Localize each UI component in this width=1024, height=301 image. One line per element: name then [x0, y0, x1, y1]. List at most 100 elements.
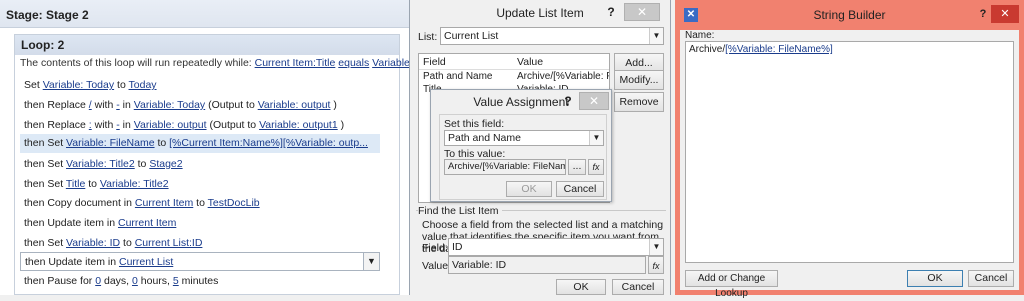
workflow-designer: Stage: Stage 2 Loop: 2 The contents of t… — [0, 0, 441, 295]
grid-header: Field Value — [419, 54, 609, 70]
step-link[interactable]: Current Item — [118, 217, 176, 229]
workflow-step[interactable]: then Replace : with - in Variable: outpu… — [20, 116, 380, 135]
workflow-step[interactable]: then Update item in Current List ▼ — [20, 252, 380, 271]
function-icon[interactable]: fx — [588, 159, 604, 175]
step-link[interactable]: Variable: Today — [134, 99, 205, 111]
step-link[interactable]: Variable: output — [134, 119, 207, 131]
step-text: with — [91, 99, 117, 111]
ellipsis-button[interactable]: ... — [568, 159, 586, 175]
step-text: to — [154, 137, 170, 149]
field-select[interactable]: ID ▼ — [448, 238, 664, 256]
workflow-step[interactable]: then Set Variable: FileName to [%Current… — [20, 134, 380, 153]
loop-header: Loop: 2 — [15, 35, 399, 55]
step-link[interactable]: Variable: output — [258, 99, 331, 111]
step-link[interactable]: Current List:ID — [135, 237, 203, 249]
cancel-button[interactable]: Cancel — [556, 181, 604, 197]
string-text-area[interactable]: Archive/[%Variable: FileName%] — [685, 41, 1014, 263]
ok-button[interactable]: OK — [506, 181, 552, 197]
dialog-titlebar: Update List Item ? ✕ — [410, 0, 670, 26]
string-lookup-token[interactable]: [%Variable: FileName%] — [725, 44, 833, 55]
step-link[interactable]: Variable: ID — [66, 237, 120, 249]
step-link[interactable]: Variable: output1 — [259, 119, 338, 131]
dialog-title: String Builder — [813, 8, 886, 22]
workflow-step[interactable]: then Copy document in Current Item to Te… — [20, 194, 380, 213]
step-link[interactable]: Variable: Title2 — [100, 178, 169, 190]
step-text: to — [193, 197, 208, 209]
grid-header-value: Value — [517, 56, 544, 68]
value-field[interactable]: Variable: ID — [448, 256, 646, 274]
step-text: with — [91, 119, 117, 131]
step-link[interactable]: [%Current Item:Name%][%Variable: outp... — [169, 137, 368, 149]
step-text: then Set — [24, 178, 66, 190]
close-icon[interactable]: ✕ — [579, 92, 609, 110]
step-link[interactable]: Variable: Title2 — [66, 158, 135, 170]
workflow-step[interactable]: then Set Title to Variable: Title2 — [20, 175, 380, 194]
step-link[interactable]: TestDocLib — [208, 197, 260, 209]
step-text: to — [114, 79, 129, 91]
workflow-step[interactable]: then Set Variable: ID to Current List:ID — [20, 234, 380, 253]
list-label: List: — [418, 31, 438, 43]
step-text: then Update item in — [24, 217, 118, 229]
grid-row[interactable]: Path and Name Archive/[%Variable: Fil... — [419, 71, 609, 84]
workflow-step[interactable]: then Pause for 0 days, 0 hours, 5 minute… — [20, 272, 380, 291]
ok-button[interactable]: OK — [556, 279, 606, 295]
close-icon[interactable]: ✕ — [991, 5, 1019, 23]
string-text: Archive/ — [689, 44, 726, 55]
to-value-field[interactable]: Archive/[%Variable: FileName%] — [444, 159, 566, 175]
stage-header: Stage: Stage 2 — [0, 0, 409, 28]
modify-button[interactable]: Modify... — [614, 70, 664, 90]
step-text: (Output to — [205, 99, 258, 111]
chevron-down-icon[interactable]: ▼ — [363, 253, 379, 270]
help-icon[interactable]: ? — [975, 5, 991, 23]
chevron-down-icon: ▼ — [649, 28, 663, 44]
name-label: Name: — [685, 30, 715, 41]
step-link[interactable]: Current List — [119, 256, 173, 268]
step-text: to — [134, 158, 150, 170]
to-value-text: Archive/[%Variable: FileName%] — [448, 161, 565, 172]
list-select[interactable]: Current List ▼ — [440, 27, 664, 45]
step-text: in — [119, 99, 134, 111]
set-field-label: Set this field: — [444, 118, 505, 130]
step-text: then Set — [24, 137, 67, 149]
help-icon[interactable]: ? — [557, 92, 579, 110]
step-link[interactable]: Today — [129, 79, 157, 91]
step-text: then Pause for — [24, 275, 96, 287]
step-text: Set — [24, 79, 43, 91]
step-text: hours, — [137, 275, 173, 287]
value-field-text: Variable: ID — [452, 259, 507, 271]
cancel-button[interactable]: Cancel — [968, 270, 1014, 287]
add-change-lookup-button[interactable]: Add or Change Lookup — [685, 270, 778, 299]
step-text: then Set — [24, 158, 67, 170]
set-field-select[interactable]: Path and Name ▼ — [444, 130, 604, 146]
dialog-title: Value Assignment — [473, 95, 569, 109]
function-icon[interactable]: fx — [648, 256, 664, 274]
grid-header-field: Field — [423, 56, 446, 68]
workflow-step[interactable]: then Update item in Current Item — [20, 214, 380, 233]
step-link[interactable]: Title — [66, 178, 85, 190]
remove-button[interactable]: Remove — [614, 92, 664, 112]
grid-cell-field: Path and Name — [423, 71, 493, 82]
value-label: Value: — [422, 260, 451, 272]
step-text: then Set — [24, 237, 67, 249]
step-link[interactable]: Current Item — [135, 197, 193, 209]
cancel-button[interactable]: Cancel — [612, 279, 664, 295]
condition-field-link[interactable]: Current Item:Title — [255, 57, 336, 69]
step-text: then Update item in — [25, 256, 119, 268]
step-link[interactable]: Variable: Today — [43, 79, 114, 91]
workflow-step[interactable]: then Set Variable: Title2 to Stage2 — [20, 155, 380, 174]
help-icon[interactable]: ? — [600, 3, 622, 21]
field-label: Field: — [422, 242, 448, 254]
workflow-step[interactable]: Set Variable: Today to Today — [20, 76, 380, 95]
app-icon: ✕ — [684, 8, 698, 22]
ok-button[interactable]: OK — [907, 270, 963, 287]
condition-operator-link[interactable]: equals — [338, 57, 369, 69]
step-text: minutes — [178, 275, 219, 287]
step-link[interactable]: Variable: FileName — [66, 137, 155, 149]
close-icon[interactable]: ✕ — [624, 3, 660, 21]
string-builder-dialog: String Builder ✕ ? ✕ Name: Archive/[%Var… — [675, 0, 1024, 299]
chevron-down-icon: ▼ — [649, 239, 663, 255]
workflow-step[interactable]: then Replace / with - in Variable: Today… — [20, 96, 380, 115]
step-text: ) — [337, 119, 345, 131]
find-item-title: Find the List Item — [418, 205, 502, 217]
step-link[interactable]: Stage2 — [149, 158, 182, 170]
